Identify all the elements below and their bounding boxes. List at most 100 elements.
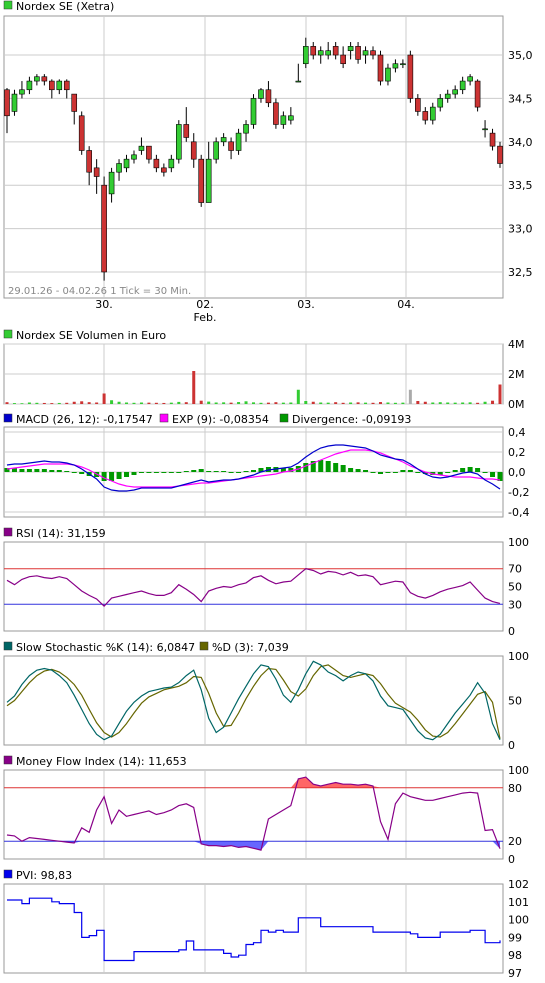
volume-bar [476,402,480,404]
volume-bar [401,402,405,404]
macd-legend-box [159,413,169,423]
macd-legend-box [3,413,13,423]
macd-divergence-bar [251,470,256,472]
volume-bar [461,402,465,404]
rsi-line [6,568,501,607]
volume-bar [252,402,255,404]
stochastic-y-tick: 100 [508,650,529,663]
volume-bar [281,402,285,404]
price-candle-body [41,76,48,82]
pvi-y-tick: 99 [508,931,522,944]
price-candle-body [183,124,190,138]
volume-bar [80,401,84,404]
price-candle-body [370,50,376,56]
price-legend-box [3,0,13,10]
volume-bar [453,402,457,404]
macd-divergence-bar [64,471,70,472]
volume-bar [192,371,196,404]
mfi-overbought-area [7,777,500,788]
volume-bar [207,401,211,404]
stochastic-legend-label: %D (3): 7,039 [212,641,289,654]
volume-bar [72,401,76,404]
price-candle-body [198,158,205,203]
volume-bar [65,402,69,404]
price-y-tick: 32,5 [508,266,533,279]
macd-divergence-bar [355,469,361,472]
volume-bar [289,402,293,404]
volume-bar [199,400,203,404]
volume-bar [468,402,472,404]
volume-bar [237,402,241,404]
price-y-tick: 34,0 [508,136,533,149]
price-candle-body [4,89,10,117]
rsi-frame [3,541,504,632]
volume-bar [416,401,420,404]
price-candle-body [452,89,458,95]
price-candle-body [205,158,212,203]
macd-divergence-bar [325,461,331,472]
pvi-line [7,897,501,962]
price-candle-body [78,115,85,151]
price-candle-body [131,154,137,160]
price-candle-body [176,124,182,160]
price-x-sublabel: Feb. [194,311,217,324]
macd-divergence-bar [191,470,197,472]
price-x-label: 02. [196,298,214,311]
volume-bar [446,402,450,404]
volume-bar [266,402,270,404]
macd-divergence-bar [385,472,391,473]
macd-divergence-bar [41,469,47,472]
price-candle-body [258,89,264,99]
volume-bar [87,402,91,404]
price-candle-body [340,54,346,65]
price-candle-body [325,50,331,56]
price-candle-body [250,98,257,125]
macd-divergence-bar [407,470,413,472]
price-candle-body [280,115,287,125]
pvi-y-tick: 100 [508,914,529,927]
macd-divergence-bar [452,470,458,472]
volume-y-tick: 0M [508,398,525,411]
volume-bar [311,401,315,404]
volume-bar [57,402,61,404]
price-candle-body [161,167,167,173]
volume-y-tick: 4M [508,338,525,351]
volume-bar [408,389,412,404]
volume-bar [5,402,9,404]
macd-y-tick: -0,4 [508,506,529,519]
volume-bar [12,403,16,404]
macd-divergence-bar [26,469,32,472]
macd-divergence-bar [131,472,137,475]
price-candle-body [93,167,100,177]
macd-divergence-bar [333,463,339,472]
price-candle-body [26,80,33,91]
volume-bar [341,402,345,404]
macd-divergence-bar [198,469,204,472]
macd-divergence-bar [183,471,189,472]
price-candle-body [392,63,399,69]
price-candle-body [63,80,70,91]
volume-y-tick: 2M [508,368,525,381]
mfi-legend-label: Money Flow Index (14): 11,653 [16,755,187,768]
rsi-y-tick: 100 [508,536,529,549]
macd-legend-label: MACD (26, 12): -0,17547 [16,413,153,426]
macd-divergence-bar [303,463,309,472]
volume-bar [356,402,360,404]
macd-divergence-bar [176,472,182,473]
volume-bar [214,402,218,404]
volume-bar [244,401,248,404]
price-candle-body [116,163,122,173]
price-candle-body [265,89,272,104]
volume-bar [431,402,435,404]
volume-chart-title: Nordex SE Volumen in Euro [16,329,166,342]
rsi-legend-label: RSI (14): 31,159 [16,527,106,540]
price-candle-body [362,50,369,56]
macd-legend-label: EXP (9): -0,08354 [172,413,269,426]
macd-divergence-bar [475,468,481,472]
volume-bar [334,402,338,404]
macd-divergence-bar [340,465,346,472]
price-candle-body [213,141,219,160]
price-candle-body [429,106,436,121]
mfi-y-tick: 0 [508,853,515,866]
volume-bar [371,402,375,404]
